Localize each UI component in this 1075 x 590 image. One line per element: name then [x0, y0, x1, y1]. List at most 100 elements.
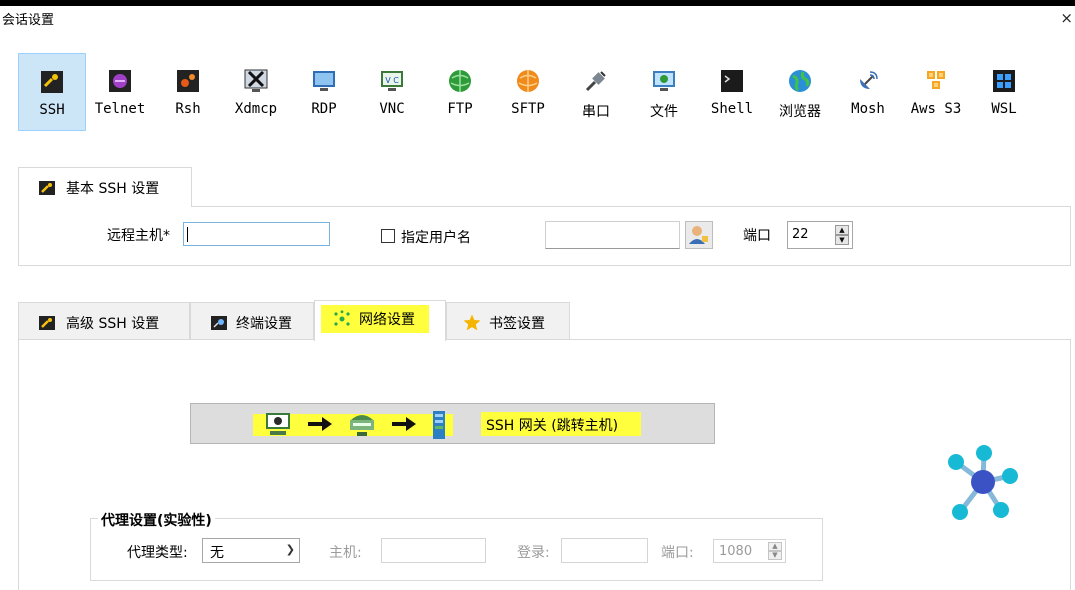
session-type-aws-s3[interactable]: Aws S3	[902, 53, 970, 131]
network-icon	[334, 310, 350, 326]
session-type-file[interactable]: 文件	[630, 53, 698, 131]
user-picker-button[interactable]	[685, 221, 713, 249]
chevron-down-icon: ❯	[285, 543, 295, 556]
proxy-type-select[interactable]: 无 ❯	[202, 538, 300, 563]
port-label: 端口	[743, 228, 771, 244]
remote-host-label: 远程主机*	[107, 228, 170, 244]
username-input[interactable]	[545, 221, 680, 249]
tab-label: 网络设置	[359, 312, 415, 328]
specify-username-label: 指定用户名	[401, 230, 471, 246]
session-type-sftp[interactable]: SFTP	[494, 53, 562, 131]
proxy-type-label: 代理类型:	[127, 545, 188, 561]
port-input[interactable]: 22 ▲ ▼	[787, 221, 853, 249]
xdmcp-icon	[244, 69, 268, 92]
gateway-server-icon	[350, 415, 374, 436]
session-type-label: Aws S3	[910, 101, 962, 117]
session-type-serial[interactable]: 串口	[562, 53, 630, 131]
tab-basic-ssh[interactable]: 基本 SSH 设置	[18, 167, 192, 207]
session-type-label: SSH	[39, 102, 65, 118]
tab-terminal-settings[interactable]: 终端设置	[190, 302, 314, 340]
arrow-right-icon	[308, 417, 332, 431]
session-type-label: Shell	[710, 101, 754, 117]
spin-down-button[interactable]: ▼	[768, 551, 782, 560]
session-type-xdmcp[interactable]: Xdmcp	[222, 53, 290, 131]
session-type-wsl[interactable]: WSL	[970, 53, 1038, 131]
file-monitor-icon	[653, 71, 675, 91]
session-type-label: 浏览器	[779, 104, 821, 120]
specify-username-checkbox[interactable]	[381, 229, 395, 243]
session-type-label: Telnet	[94, 101, 146, 117]
svg-text:V C: V C	[385, 76, 399, 85]
session-type-label: RDP	[311, 101, 337, 117]
tab-network-settings[interactable]: 网络设置	[314, 300, 446, 341]
user-icon	[689, 226, 708, 244]
spin-up-button[interactable]: ▲	[768, 542, 782, 551]
session-type-label: SFTP	[511, 101, 545, 117]
tab-label: 高级 SSH 设置	[66, 316, 160, 332]
session-type-label: VNC	[379, 101, 405, 117]
session-type-label: WSL	[991, 101, 1017, 117]
proxy-port-input[interactable]: 1080 ▲ ▼	[713, 539, 786, 563]
proxy-login-label: 登录:	[517, 545, 550, 561]
serial-plug-icon	[585, 71, 606, 92]
spin-up-button[interactable]: ▲	[835, 225, 849, 235]
session-type-ftp[interactable]: FTP	[426, 53, 494, 131]
tab-label: 终端设置	[236, 316, 292, 332]
session-type-label: 文件	[650, 104, 678, 120]
proxy-port-value: 1080	[719, 544, 753, 559]
proxy-host-input[interactable]	[381, 538, 486, 563]
title-bar: 会话设置 ×	[0, 6, 1075, 32]
port-value: 22	[792, 227, 809, 242]
tab-label: 书签设置	[489, 316, 545, 332]
tab-advanced-ssh[interactable]: 高级 SSH 设置	[18, 302, 190, 340]
close-button[interactable]: ×	[1060, 9, 1073, 27]
network-hub-icon	[948, 445, 1018, 520]
terminal-settings-icon	[211, 316, 227, 330]
session-type-label: Xdmcp	[234, 101, 278, 117]
session-type-rsh[interactable]: Rsh	[154, 53, 222, 131]
wrench-key-icon	[39, 181, 55, 195]
mosh-satellite-icon	[860, 71, 878, 89]
rsh-icon	[177, 70, 199, 92]
wrench-key-icon	[39, 316, 55, 330]
session-type-telnet[interactable]: Telnet	[86, 53, 154, 131]
shell-terminal-icon	[721, 70, 743, 92]
port-spinner: ▲ ▼	[835, 225, 849, 245]
proxy-port-spinner: ▲ ▼	[768, 542, 782, 560]
proxy-group-title: 代理设置(实验性)	[98, 510, 215, 530]
gateway-button-label: SSH 网关 (跳转主机)	[486, 418, 619, 434]
tab-label: 基本 SSH 设置	[66, 181, 160, 197]
session-type-label: Mosh	[851, 101, 885, 117]
proxy-login-input[interactable]	[561, 538, 648, 563]
remote-host-input[interactable]	[183, 222, 330, 246]
aws-s3-cubes-icon	[927, 71, 945, 89]
ftp-globe-icon	[449, 70, 471, 92]
ssh-key-icon	[41, 71, 63, 93]
star-icon	[463, 314, 481, 331]
proxy-type-value: 无	[210, 545, 224, 561]
telnet-icon	[109, 70, 131, 92]
ssh-gateway-button[interactable]: SSH 网关 (跳转主机)	[190, 403, 715, 444]
arrow-right-icon	[392, 417, 416, 431]
proxy-host-label: 主机:	[329, 545, 362, 561]
session-type-vnc[interactable]: V C VNC	[358, 53, 426, 131]
session-type-rdp[interactable]: RDP	[290, 53, 358, 131]
server-tower-icon	[433, 411, 445, 439]
text-caret	[187, 227, 188, 242]
session-type-label: 串口	[582, 104, 610, 120]
session-type-browser[interactable]: 浏览器	[766, 53, 834, 131]
window-title: 会话设置	[2, 13, 55, 28]
rdp-monitor-icon	[313, 71, 335, 91]
sftp-globe-icon	[517, 70, 539, 92]
wsl-windows-icon	[993, 70, 1015, 92]
proxy-port-label: 端口:	[661, 545, 694, 561]
session-type-label: FTP	[447, 101, 473, 117]
spin-down-button[interactable]: ▼	[835, 235, 849, 245]
browser-globe-icon	[789, 70, 811, 92]
tab-bookmark-settings[interactable]: 书签设置	[446, 302, 570, 340]
session-type-mosh[interactable]: Mosh	[834, 53, 902, 131]
computer-icon	[266, 413, 290, 435]
session-type-ssh[interactable]: SSH	[18, 53, 86, 131]
session-type-label: Rsh	[175, 101, 201, 117]
session-type-shell[interactable]: Shell	[698, 53, 766, 131]
